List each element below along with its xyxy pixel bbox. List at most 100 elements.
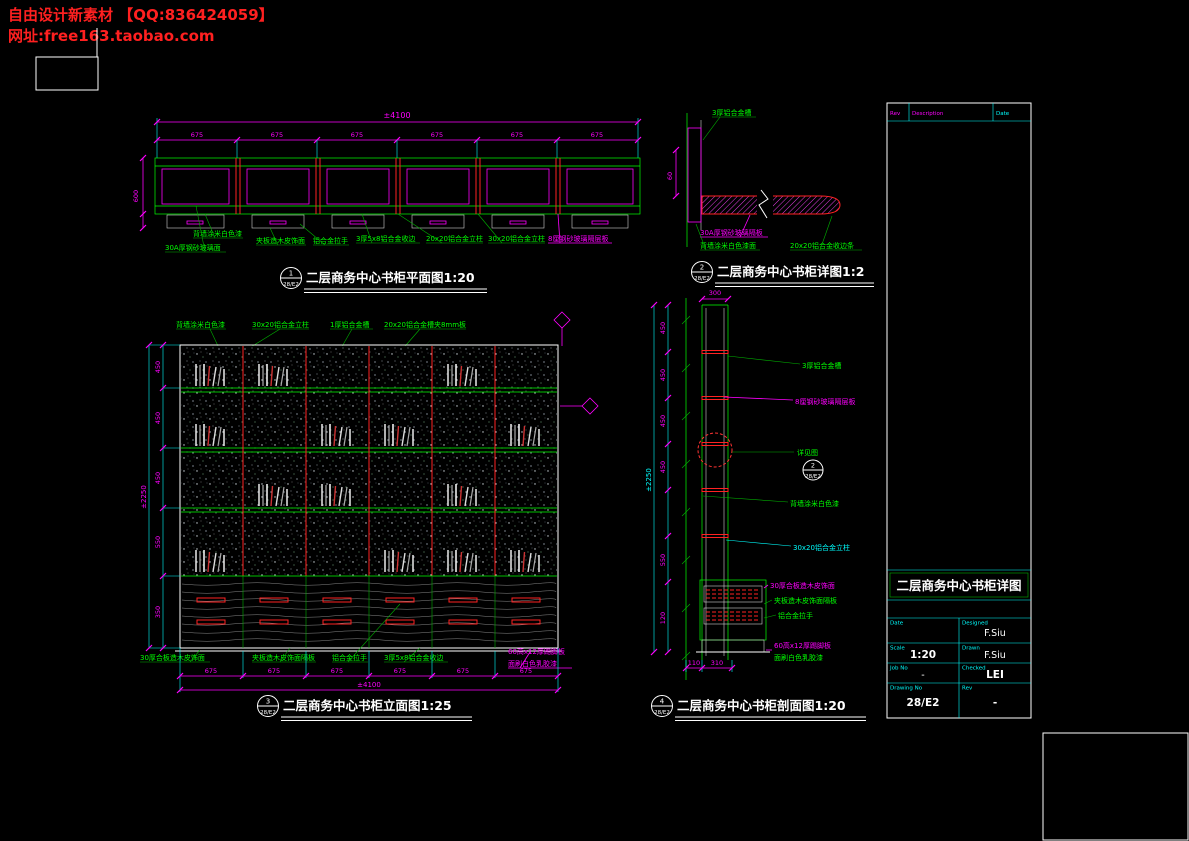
sec-label-post: 30x20铝合金立柱	[793, 543, 850, 552]
sec-label-divider: 夹板造木皮饰面隔板	[774, 596, 837, 605]
plan-label-back-wall: 背墙涂米白色漆	[193, 229, 242, 238]
detail-title: 2 28/E2 二层商务中心书柜详图1:2	[691, 261, 874, 287]
detail-dim-depth: 60	[666, 172, 674, 180]
sec-label-glass-shelf: 8厘钢砂玻璃隔层板	[795, 397, 855, 406]
sec-dim-b2: 310	[711, 659, 723, 667]
section-cut-marker-side	[560, 397, 599, 415]
elev-ref-sheet: 28/E2	[260, 710, 276, 716]
detail-ref-num: 2	[700, 264, 704, 272]
sec-dim-overall: ±2250	[645, 468, 653, 492]
elev-dim-v5: 350	[154, 606, 162, 618]
elev-ref-num: 3	[266, 698, 270, 706]
plan-dimensions: ±4100 675 675 675 675 675 675 600	[132, 111, 642, 232]
tb-r1l-label: Date	[890, 621, 904, 627]
elev-dim-s3: 675	[331, 667, 343, 675]
section-left-dims: 450 450 450 450 550 120 ±2250	[645, 301, 672, 656]
sec-dim-v5: 550	[659, 554, 667, 566]
section-detail-ref-num: 2	[811, 462, 815, 470]
section-detail-ref-sheet: 28/E2	[805, 474, 821, 480]
plan-dim-overall: ±4100	[383, 111, 410, 120]
plan-label-plywood: 夹板造木皮饰面	[256, 236, 305, 245]
elev-dim-v4: 550	[154, 536, 162, 548]
tb-r1r-value: F.Siu	[984, 628, 1006, 639]
elev-dim-overall-w: ±4100	[357, 681, 381, 689]
tb-header-col2: Description	[912, 111, 944, 117]
sec-ref-num: 4	[660, 698, 665, 706]
elev-label-glass: 20x20铝合金槽夹8mm板	[384, 320, 466, 329]
sec-label-channel: 3厚铝合金槽	[802, 361, 841, 370]
detail-label-back-wall: 背墙涂米白色漆面	[700, 241, 756, 250]
elev-dim-overall-v: ±2250	[140, 485, 148, 509]
elev-dim-s2: 675	[268, 667, 280, 675]
elevation-bottom-dims: 675 675 675 675 675 675 ±4100	[176, 648, 562, 694]
sec-dim-v2: 450	[659, 369, 667, 381]
sec-label-handle: 铝合金拉手	[778, 611, 813, 620]
elev-dim-v3: 450	[154, 472, 162, 484]
elev-dim-s1: 675	[205, 667, 217, 675]
elev-label-skirting: 60高x12厚踢脚板	[508, 647, 565, 656]
plan-dim-seg-4: 675	[431, 131, 443, 139]
watermark: 自由设计新素材 【QQ:836424059】 网址:free163.taobao…	[8, 6, 274, 45]
section-dim-top: 300	[709, 289, 721, 297]
elevation-body	[175, 344, 562, 652]
detail-label-glass: 30A厚钢砂玻璃隔板	[700, 228, 763, 237]
elevation-left-dims: 450 450 450 550 350 ±2250	[140, 341, 180, 652]
tb-r3l-value: -	[921, 670, 924, 681]
plan-glass-panels	[161, 168, 634, 205]
tb-r3l-label: Job No	[889, 666, 908, 672]
section-detail-ref-bubble: 2 28/E2	[802, 459, 824, 481]
plan-label-handle: 铝合金拉手	[313, 236, 348, 245]
plan-labels: 背墙涂米白色漆 30A厚钢砂玻璃面 夹板造木皮饰面 铝合金拉手 3厚5x8铝合金…	[165, 205, 612, 253]
watermark-line2: 网址:free163.taobao.com	[8, 27, 215, 45]
tb-r1r-label: Designed	[962, 621, 988, 627]
section-cut-marker-top	[553, 311, 571, 346]
tb-r4r-value: -	[993, 697, 997, 709]
plan-dim-left: 600	[132, 190, 140, 202]
tb-r4r-label: Rev	[962, 686, 973, 692]
elev-dim-v2: 450	[154, 412, 162, 424]
elevation-title: 3 28/E2 二层商务中心书柜立面图1:25	[257, 695, 472, 721]
detail-label-alu-trim: 20x20铝合金收边条	[790, 241, 854, 250]
elev-label-edge: 3厚5x8铝合金收边	[384, 653, 444, 662]
plan-label-post-20: 20x20铝合金立柱	[426, 234, 483, 243]
cad-canvas: 自由设计新素材 【QQ:836424059】 网址:free163.taobao…	[8, 6, 1189, 841]
sec-dim-v6: 120	[659, 612, 667, 624]
frame-fragment-bottom-right	[1042, 732, 1189, 841]
detail-label-alu-channel: 3厚铝合金槽	[712, 108, 751, 117]
plan-view: ±4100 675 675 675 675 675 675 600 背墙涂米白色…	[132, 111, 642, 293]
detail-wall-hatch	[687, 127, 702, 223]
elevation-handles	[196, 597, 541, 625]
plan-dim-seg-3: 675	[351, 131, 363, 139]
detail-ref-sheet: 28/E2	[694, 276, 710, 282]
elevation-bottom-labels: 30厚合板造木皮饰面 夹板造木皮饰面隔板 铝合金拉手 3厚5x8铝合金收边 60…	[140, 603, 572, 669]
plan-label-post-30: 30x20铝合金立柱	[488, 234, 545, 243]
plan-dim-seg-2: 675	[271, 131, 283, 139]
section-labels: 3厚铝合金槽 8厘钢砂玻璃隔层板 背墙涂米白色漆 30x20铝合金立柱	[702, 355, 855, 552]
plan-ref-sheet: 28/E2	[283, 282, 299, 288]
elev-dim-s4: 675	[394, 667, 406, 675]
title-block-header: Rev Description Date	[887, 103, 1031, 122]
sec-label-paint: 面刷白色乳胶漆	[774, 653, 823, 662]
section-title: 4 28/E2 二层商务中心书柜剖面图1:20	[651, 695, 866, 721]
section-bottom-dims: 110 310	[682, 659, 736, 672]
section-column	[701, 304, 729, 660]
detail-title-text: 二层商务中心书柜详图1:2	[717, 264, 864, 279]
plan-body	[154, 157, 641, 229]
watermark-line1: 自由设计新素材 【QQ:836424059】	[8, 6, 274, 24]
elev-label-counter: 30厚合板造木皮饰面	[140, 653, 205, 662]
elev-label-back-wall: 背墙涂米白色漆	[176, 320, 225, 329]
tb-header-col3: Date	[996, 111, 1010, 117]
sec-label-skirting: 60高x12厚踢脚板	[774, 641, 831, 650]
title-block: Rev Description Date 二层商务中心书柜详图 Date Des…	[886, 102, 1032, 719]
section-detail-ref-text: 详见图	[797, 448, 818, 457]
elevation-base-cabinet	[175, 575, 562, 652]
plan-dim-seg-5: 675	[511, 131, 523, 139]
section-title-text: 二层商务中心书柜剖面图1:20	[677, 698, 846, 713]
tb-r2r-value: F.Siu	[984, 650, 1006, 661]
tb-r4l-value: 28/E2	[907, 697, 940, 709]
elev-dim-s5: 675	[457, 667, 469, 675]
sec-dim-v1: 450	[659, 322, 667, 334]
title-block-title: 二层商务中心书柜详图	[887, 569, 1031, 601]
tb-r3r-value: LEI	[986, 669, 1004, 681]
elev-dim-s6: 675	[520, 667, 532, 675]
